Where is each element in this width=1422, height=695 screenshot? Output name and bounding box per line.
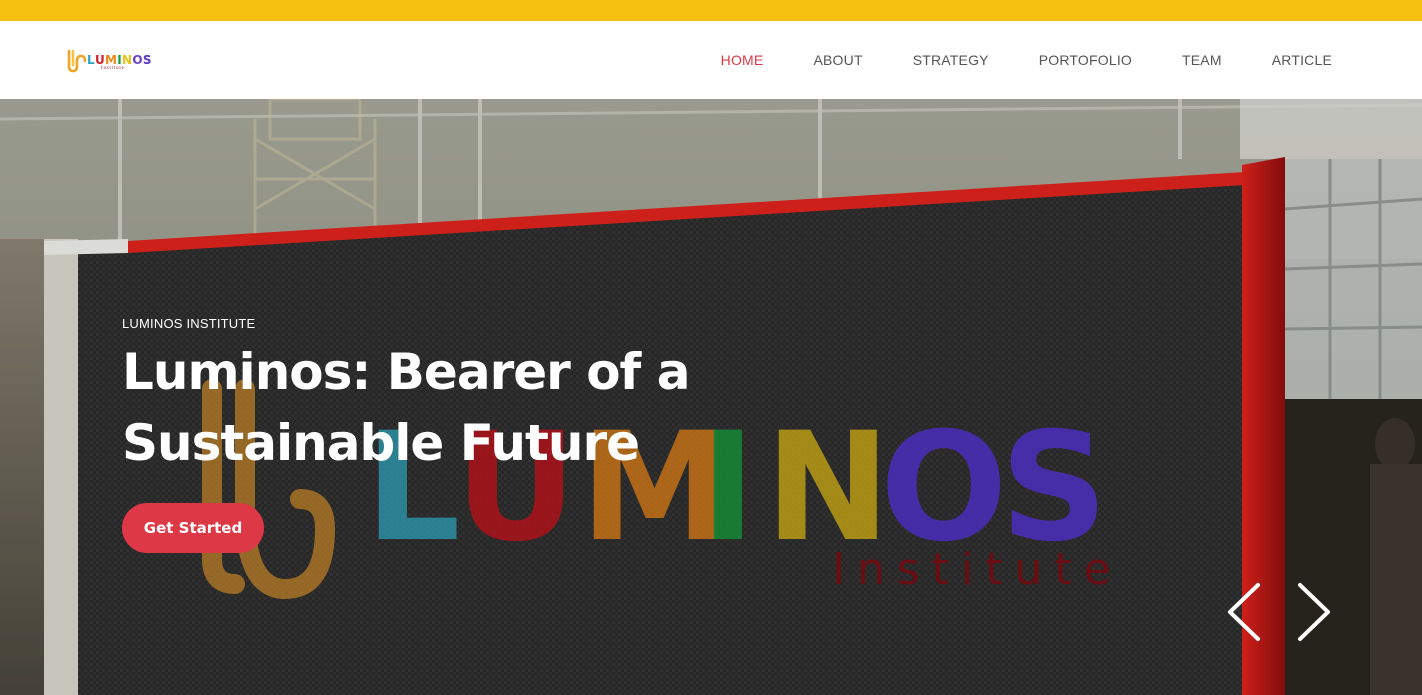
main-nav: HOME ABOUT STRATEGY PORTOFOLIO TEAM ARTI… — [671, 21, 1332, 99]
nav-item-strategy[interactable]: STRATEGY — [913, 52, 989, 68]
logo-letter: M — [105, 53, 118, 67]
top-accent-strip — [0, 0, 1422, 21]
chevron-right-icon[interactable] — [1294, 581, 1334, 643]
logo-letter: O — [132, 53, 143, 67]
nav-item-about[interactable]: ABOUT — [813, 52, 862, 68]
luminos-logo-mark-icon — [67, 49, 86, 73]
navbar: LUMINOS Institute HOME ABOUT STRATEGY PO… — [0, 21, 1422, 99]
logo-wordmark: LUMINOS — [87, 54, 152, 66]
hero-slider: L U M I N O S Institute LUMINOS INSTITUT… — [0, 99, 1422, 695]
nav-item-home[interactable]: HOME — [721, 52, 764, 68]
site-logo[interactable]: LUMINOS Institute — [66, 49, 152, 75]
logo-letter: L — [87, 53, 95, 67]
get-started-button[interactable]: Get Started — [122, 503, 264, 553]
chevron-left-icon[interactable] — [1224, 581, 1264, 643]
logo-text: LUMINOS Institute — [87, 49, 152, 71]
nav-item-team[interactable]: TEAM — [1182, 52, 1222, 68]
logo-letter: S — [142, 53, 152, 67]
hero-eyebrow: LUMINOS INSTITUTE — [122, 316, 256, 331]
nav-item-portofolio[interactable]: PORTOFOLIO — [1039, 52, 1132, 68]
nav-item-article[interactable]: ARTICLE — [1272, 52, 1332, 68]
logo-letter: N — [122, 53, 133, 67]
hero-headline: Luminos: Bearer of a Sustainable Future — [122, 343, 690, 472]
logo-letter: U — [94, 53, 105, 67]
